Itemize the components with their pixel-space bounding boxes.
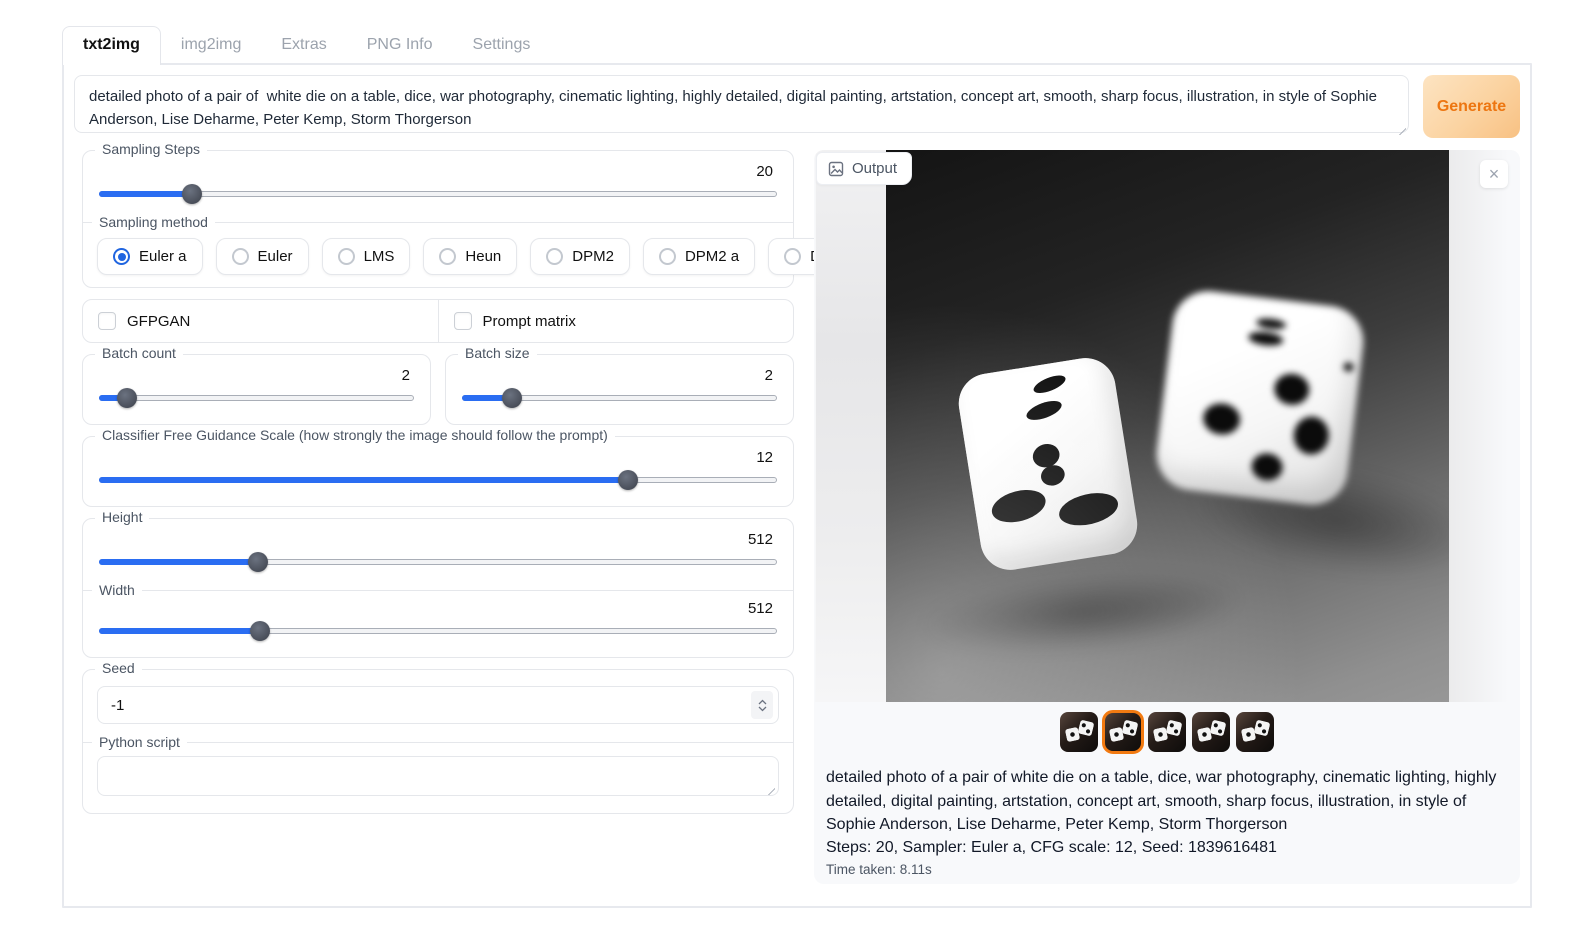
radio-dpm2[interactable]: DPM2 [530, 238, 630, 275]
die-right [1152, 287, 1367, 509]
seed-input[interactable] [97, 686, 779, 724]
chevron-down-icon [758, 706, 767, 712]
batch-count-slider[interactable] [99, 388, 414, 408]
dimensions-panel: Height 512 Width 512 [82, 518, 794, 658]
prompt-input[interactable]: detailed photo of a pair of white die on… [74, 75, 1409, 133]
radio-dot-icon [232, 248, 249, 265]
python-script-label: Python script [97, 734, 779, 750]
output-panel: Output × [814, 150, 1520, 884]
batch-count-panel: Batch count 2 [82, 354, 431, 425]
tab-png-info[interactable]: PNG Info [347, 27, 453, 63]
radio-dot-icon [439, 248, 456, 265]
cfg-value: 12 [97, 449, 779, 467]
close-icon[interactable]: × [1480, 160, 1508, 188]
gallery-preview [814, 150, 1520, 702]
radio-euler[interactable]: Euler [216, 238, 309, 275]
caption-time-taken: Time taken: 8.11s [826, 862, 1508, 877]
height-slider[interactable] [99, 552, 777, 572]
width-slider[interactable] [99, 621, 777, 641]
batch-count-value: 2 [97, 367, 416, 385]
settings-column: Sampling Steps 20 Sampling method Euler … [82, 150, 794, 884]
radio-lms[interactable]: LMS [322, 238, 411, 275]
thumbnail-2-selected[interactable] [1104, 712, 1142, 752]
toggles-panel: GFPGAN Prompt matrix [82, 299, 794, 343]
radio-dot-icon [113, 248, 130, 265]
checkbox-icon [98, 312, 116, 330]
batch-size-label: Batch size [458, 345, 537, 361]
batch-size-slider[interactable] [462, 388, 777, 408]
cfg-slider[interactable] [99, 470, 777, 490]
radio-dot-icon [546, 248, 563, 265]
radio-dot-icon [659, 248, 676, 265]
thumbnail-5[interactable] [1236, 712, 1274, 752]
radio-dpm2-a[interactable]: DPM2 a [643, 238, 755, 275]
batch-size-value: 2 [460, 367, 779, 385]
thumbnail-3[interactable] [1148, 712, 1186, 752]
gallery-blur-left [816, 150, 886, 702]
caption-params: Steps: 20, Sampler: Euler a, CFG scale: … [826, 839, 1508, 857]
radio-dot-icon [784, 248, 801, 265]
radio-euler-a[interactable]: Euler a [97, 238, 203, 275]
thumbnail-1[interactable] [1060, 712, 1098, 752]
python-script-input[interactable] [97, 756, 779, 796]
tab-img2img[interactable]: img2img [161, 27, 261, 63]
radio-dot-icon [338, 248, 355, 265]
batch-size-panel: Batch size 2 [445, 354, 794, 425]
output-label-chip: Output [816, 152, 912, 185]
generated-image[interactable] [886, 150, 1449, 702]
tab-txt2img[interactable]: txt2img [62, 26, 161, 65]
gfpgan-checkbox[interactable]: GFPGAN [83, 300, 438, 342]
sampling-method-label: Sampling method [97, 214, 779, 230]
tab-extras[interactable]: Extras [261, 27, 346, 63]
caption-prompt: detailed photo of a pair of white die on… [826, 766, 1508, 837]
radio-heun[interactable]: Heun [423, 238, 517, 275]
checkbox-icon [454, 312, 472, 330]
gallery-thumbnails [814, 710, 1520, 754]
width-value: 512 [97, 600, 779, 618]
cfg-label: Classifier Free Guidance Scale (how stro… [95, 427, 615, 443]
sampling-steps-slider[interactable] [99, 184, 777, 204]
sampling-panel: Sampling Steps 20 Sampling method Euler … [82, 150, 794, 288]
prompt-row: detailed photo of a pair of white die on… [74, 75, 1520, 138]
width-label: Width [97, 582, 779, 598]
seed-script-panel: Seed Python script [82, 669, 794, 814]
height-value: 512 [97, 531, 779, 549]
prompt-matrix-checkbox[interactable]: Prompt matrix [439, 300, 794, 342]
chevron-up-icon [758, 699, 767, 705]
sampling-steps-value: 20 [97, 163, 779, 181]
batch-count-label: Batch count [95, 345, 183, 361]
app-root: txt2img img2img Extras PNG Info Settings… [0, 0, 1594, 935]
number-stepper[interactable] [751, 691, 773, 719]
generate-button[interactable]: Generate [1423, 75, 1520, 138]
die-left [954, 354, 1141, 574]
image-icon [828, 161, 844, 177]
sampling-method-group: Euler a Euler LMS Heun DPM2 DPM2 a DDIM … [97, 238, 779, 275]
height-label: Height [95, 509, 149, 525]
txt2img-panel: detailed photo of a pair of white die on… [62, 63, 1532, 908]
tab-bar: txt2img img2img Extras PNG Info Settings [62, 25, 1532, 63]
seed-label: Seed [95, 660, 142, 676]
image-caption: detailed photo of a pair of white die on… [814, 754, 1520, 877]
output-column: Output × [814, 150, 1520, 884]
thumbnail-4[interactable] [1192, 712, 1230, 752]
tab-settings[interactable]: Settings [453, 27, 551, 63]
cfg-panel: Classifier Free Guidance Scale (how stro… [82, 436, 794, 507]
gallery-blur-right [1449, 150, 1519, 702]
sampling-steps-label: Sampling Steps [95, 141, 207, 157]
